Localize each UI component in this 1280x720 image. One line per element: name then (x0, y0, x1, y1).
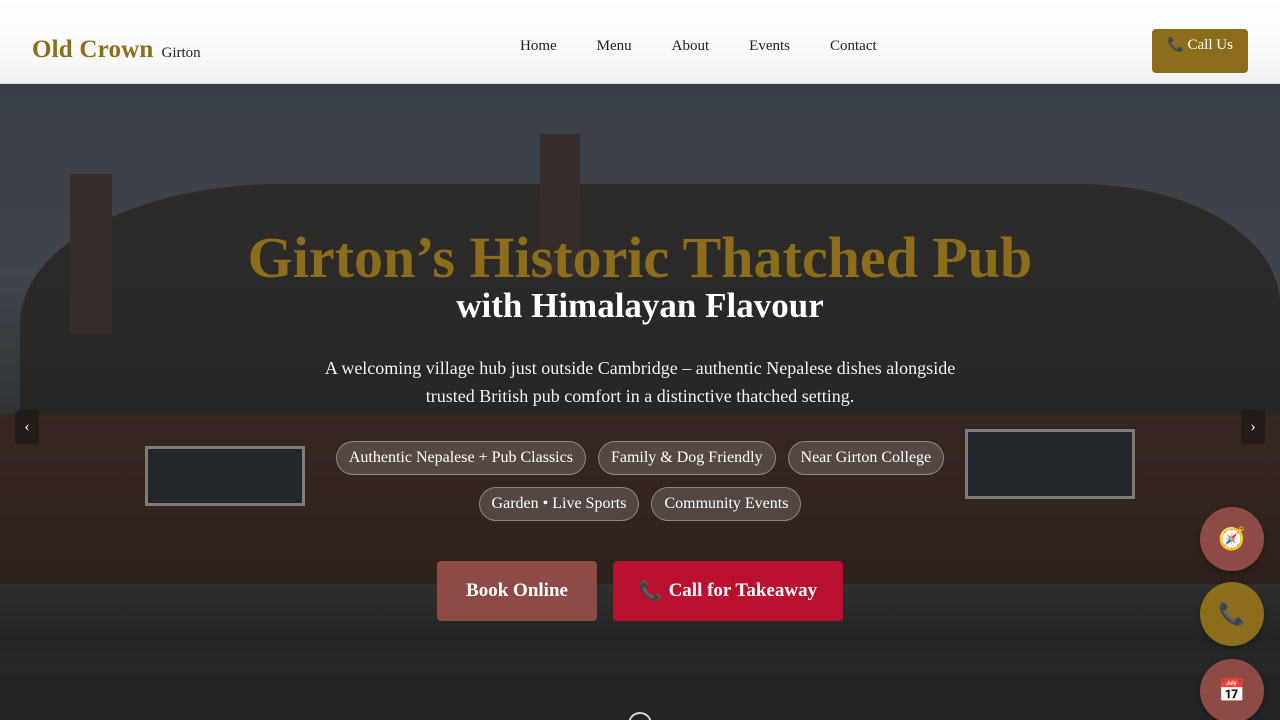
call-us-button[interactable]: 📞 Call Us (1152, 29, 1248, 73)
nav-contact[interactable]: Contact (830, 38, 877, 55)
feature-tag: Garden • Live Sports (478, 487, 640, 521)
feature-tag: Authentic Nepalese + Pub Classics (335, 441, 586, 475)
call-takeaway-label: Call for Takeaway (668, 580, 818, 601)
site-header: Old Crown Girton Home Menu About Events … (0, 0, 1280, 84)
feature-tag: Near Girton College (787, 441, 945, 475)
phone-icon: 📞 (1167, 38, 1185, 53)
calendar-icon: 📅 (1218, 678, 1246, 703)
hero-title: Girton’s Historic Thatched Pub (247, 225, 1033, 290)
feature-tags-row-1: Authentic Nepalese + Pub Classics Family… (290, 441, 990, 475)
book-online-button[interactable]: Book Online (437, 561, 597, 621)
compass-icon: 🧭 (1218, 526, 1246, 551)
hero-description: A welcoming village hub just outside Cam… (324, 358, 956, 406)
nav-menu[interactable]: Menu (597, 38, 632, 55)
phone-icon: 📞 (638, 581, 663, 602)
nav-events[interactable]: Events (749, 38, 790, 55)
floating-call-button[interactable]: 📞 (1200, 582, 1264, 646)
call-us-label: Call Us (1187, 37, 1233, 53)
nav-about[interactable]: About (672, 38, 710, 55)
brand-name[interactable]: Old Crown (32, 36, 154, 64)
carousel-prev-button[interactable]: ‹ (15, 410, 39, 444)
nav-home[interactable]: Home (520, 38, 557, 55)
brand-location: Girton (161, 45, 201, 61)
hero-subtitle: with Himalayan Flavour (456, 286, 824, 325)
feature-tags-row-2: Garden • Live Sports Community Events (290, 487, 990, 521)
call-takeaway-button[interactable]: 📞 Call for Takeaway (613, 561, 843, 621)
feature-tag: Family & Dog Friendly (597, 441, 776, 475)
main-nav: Home Menu About Events Contact (500, 38, 897, 55)
carousel-next-button[interactable]: › (1241, 410, 1265, 444)
feature-tag: Community Events (651, 487, 802, 521)
brand-logo[interactable]: Old Crown Girton (32, 36, 201, 64)
directions-button[interactable]: 🧭 (1200, 507, 1264, 571)
floating-booking-button[interactable]: 📅 (1200, 659, 1264, 720)
phone-icon: 📞 (1218, 601, 1246, 626)
hero-section: Girton’s Historic Thatched Pub with Hima… (0, 84, 1280, 720)
